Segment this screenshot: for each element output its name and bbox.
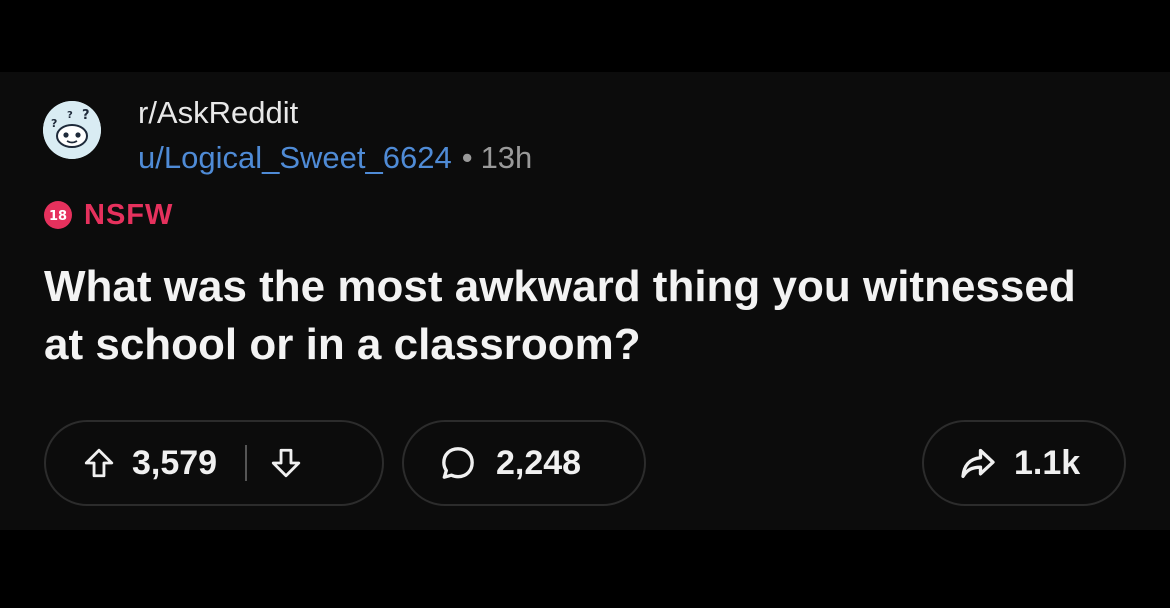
arrow-up-icon[interactable] bbox=[82, 446, 116, 480]
subreddit-avatar[interactable]: ? ? ? bbox=[43, 101, 101, 159]
nsfw-badge-text: 18 bbox=[49, 209, 67, 224]
speech-bubble-icon bbox=[442, 447, 474, 479]
share-button[interactable]: 1.1k bbox=[922, 420, 1126, 506]
vote-divider bbox=[245, 445, 248, 481]
post-title[interactable]: What was the most awkward thing you witn… bbox=[44, 258, 1124, 374]
comment-button[interactable]: 2,248 bbox=[402, 420, 646, 506]
arrow-down-icon[interactable] bbox=[269, 446, 303, 480]
comment-count: 2,248 bbox=[496, 443, 582, 482]
askreddit-avatar-icon: ? ? ? bbox=[43, 101, 101, 159]
share-count: 1.1k bbox=[1014, 443, 1081, 482]
vote-control: 3,579 bbox=[44, 420, 384, 506]
letterbox-bottom bbox=[0, 530, 1170, 608]
svg-text:?: ? bbox=[67, 110, 73, 121]
post-meta: u/Logical_Sweet_6624 • 13h bbox=[138, 140, 532, 176]
post-age: 13h bbox=[480, 140, 533, 175]
subreddit-name[interactable]: r/AskReddit bbox=[138, 95, 298, 131]
nsfw-18-icon: 18 bbox=[44, 201, 72, 229]
author-username[interactable]: u/Logical_Sweet_6624 bbox=[138, 140, 452, 175]
meta-separator: • bbox=[461, 140, 473, 175]
svg-text:?: ? bbox=[82, 108, 90, 123]
upvote-count: 3,579 bbox=[132, 443, 218, 482]
svg-text:?: ? bbox=[51, 117, 57, 130]
nsfw-tag: 18 NSFW bbox=[44, 199, 173, 231]
nsfw-label: NSFW bbox=[84, 198, 174, 231]
share-arrow-icon bbox=[961, 448, 995, 478]
letterbox-top bbox=[0, 0, 1170, 72]
